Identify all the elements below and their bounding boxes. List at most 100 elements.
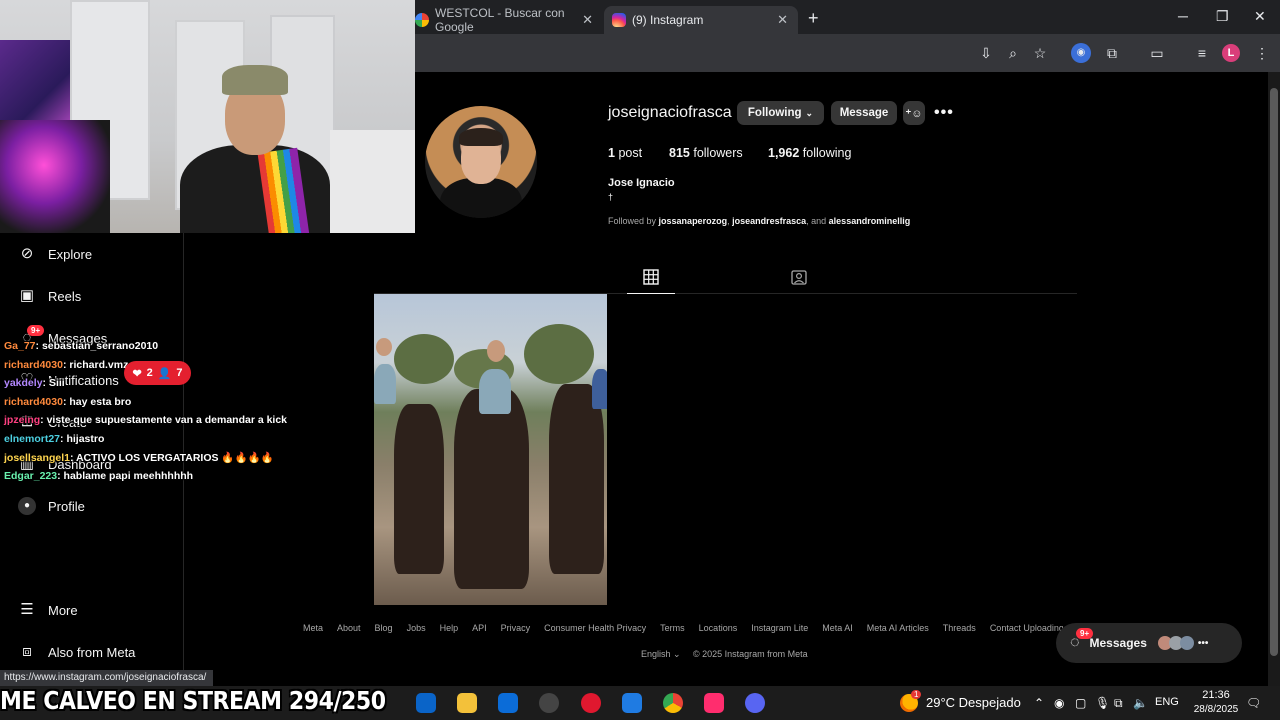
messages-floating-button[interactable]: ◌ 9+ Messages ••• [1056, 623, 1242, 663]
chat-username: elnemort27 [4, 433, 61, 445]
profile-avatar-icon: ● [18, 497, 36, 515]
tagged-user-icon [791, 270, 807, 285]
input-language[interactable]: ENG [1155, 696, 1179, 708]
footer-link[interactable]: Terms [660, 623, 685, 633]
profile-bio: † [608, 192, 614, 202]
install-app-icon[interactable]: ⇩ [976, 43, 996, 63]
profile-picture[interactable] [425, 106, 537, 218]
chat-message: richard4030: hay esta bro [4, 396, 131, 408]
more-options-icon[interactable]: ••• [934, 104, 954, 122]
tab-instagram[interactable]: (9) Instagram ✕ [604, 6, 798, 34]
suggest-people-button[interactable]: ⁺☺ [903, 101, 925, 125]
tab-tagged[interactable] [775, 265, 823, 294]
chat-message: elnemort27: hijastro [4, 433, 104, 445]
close-window-icon[interactable]: ✕ [1254, 8, 1266, 25]
record-icon[interactable]: ◉ [1054, 696, 1064, 710]
footer-link[interactable]: Privacy [501, 623, 531, 633]
chat-text: : Siii [42, 377, 65, 389]
new-tab-button[interactable]: + [808, 8, 819, 29]
menu-kebab-icon[interactable]: ⋮ [1252, 43, 1272, 63]
stream-ticker-text: ME CALVEO EN STREAM 294/250 [0, 686, 386, 715]
tab-westcol-search[interactable]: WESTCOL - Buscar con Google ✕ [415, 6, 603, 34]
chat-text: : ACTIVO LOS VERGATARIOS 🔥🔥🔥🔥 [69, 452, 274, 464]
footer-link[interactable]: Locations [699, 623, 738, 633]
footer-link[interactable]: About [337, 623, 361, 633]
clock-time[interactable]: 21:36 [1196, 689, 1236, 701]
bookmark-star-icon[interactable]: ☆ [1030, 43, 1050, 63]
post-thumbnail[interactable] [374, 294, 607, 605]
close-tab-icon[interactable]: ✕ [582, 12, 593, 28]
grid-icon [643, 269, 659, 285]
device-icon[interactable]: ▢ [1075, 696, 1086, 710]
obs-icon[interactable] [539, 693, 559, 713]
tab-title: (9) Instagram [632, 13, 704, 27]
language-select[interactable]: English ⌄ [641, 649, 681, 660]
tiktok-icon[interactable] [704, 693, 724, 713]
sidebar-item-profile[interactable]: ● Profile [18, 497, 85, 515]
media-control-icon[interactable]: ≡ [1192, 43, 1212, 63]
chat-text: : sebastian_serrano2010 [35, 340, 159, 352]
messages-label: Messages [1089, 636, 1147, 650]
tab-posts[interactable] [627, 265, 675, 294]
footer-link[interactable]: Blog [375, 623, 393, 633]
message-button[interactable]: Message [831, 101, 897, 125]
footer-link[interactable]: Meta AI Articles [867, 623, 929, 633]
footer-link[interactable]: Jobs [407, 623, 426, 633]
footer-links: Meta About Blog Jobs Help API Privacy Consumer … [303, 623, 1063, 637]
sidebar-item-label: Profile [48, 498, 85, 514]
following-stat[interactable]: 1,962 following [768, 146, 851, 160]
discord-icon[interactable] [745, 693, 765, 713]
weather-text[interactable]: 29°C Despejado [926, 695, 1021, 710]
minimize-icon[interactable]: ─ [1178, 8, 1188, 24]
clock-date[interactable]: 28/8/2025 [1186, 704, 1246, 715]
app-icon[interactable] [622, 693, 642, 713]
message-button-label: Message [839, 107, 889, 119]
close-tab-icon[interactable]: ✕ [777, 12, 788, 28]
store-icon[interactable] [498, 693, 518, 713]
sidebar-item-reels[interactable]: ▣ Reels [18, 287, 81, 305]
chat-text: : hijastro [60, 433, 105, 445]
footer-link[interactable]: Meta [303, 623, 323, 633]
footer-link[interactable]: Help [440, 623, 459, 633]
profile-avatar[interactable]: L [1222, 44, 1240, 62]
zoom-icon[interactable]: ⌕ [1003, 43, 1023, 63]
footer-link[interactable]: API [472, 623, 487, 633]
footer-link[interactable]: Contact Uploading & Non-Users [990, 623, 1063, 633]
sidebar-item-more[interactable]: ☰ More [18, 601, 77, 619]
footer-link[interactable]: Instagram Lite [751, 623, 808, 633]
sidebar-item-label: Also from Meta [48, 644, 136, 660]
scrollbar-thumb[interactable] [1270, 88, 1278, 656]
outlook-icon[interactable] [416, 693, 436, 713]
hamburger-icon: ☰ [20, 601, 34, 618]
microphone-icon[interactable]: 🎙 [1095, 696, 1110, 710]
chat-username: josellsangel1 [4, 452, 70, 464]
side-panel-icon[interactable]: ▭ [1147, 43, 1167, 63]
sidebar-item-explore[interactable]: ⊘ Explore [18, 245, 92, 263]
avatar [1179, 636, 1194, 650]
file-explorer-icon[interactable] [457, 693, 477, 713]
footer-link[interactable]: Consumer Health Privacy [544, 623, 646, 633]
notification-center-icon[interactable]: 🗨 [1246, 696, 1261, 710]
chat-text: : hay esta bro [62, 396, 132, 408]
extensions-puzzle-icon[interactable]: ⧉ [1102, 43, 1122, 63]
footer-link[interactable]: Meta AI [822, 623, 853, 633]
opera-icon[interactable] [581, 693, 601, 713]
sidebar-item-also-from-meta[interactable]: ⧈ Also from Meta [18, 643, 135, 661]
instagram-icon [612, 13, 626, 27]
maximize-icon[interactable]: ❐ [1216, 8, 1229, 25]
meta-apps-icon: ⧈ [22, 643, 32, 660]
followed-by-text[interactable]: Followed by jossanaperozog, joseandresfr… [608, 216, 910, 226]
network-icon[interactable]: ⧉ [1114, 696, 1123, 711]
chrome-icon[interactable] [663, 693, 683, 713]
likes-count: 2 [146, 367, 153, 379]
chat-message: richard4030: richard.vmz [4, 359, 128, 371]
extension-icon[interactable]: ◉ [1071, 43, 1091, 63]
footer-link[interactable]: Threads [943, 623, 976, 633]
chat-text: : viste que supuestamente van a demandar… [40, 414, 288, 426]
following-button[interactable]: Following ⌄ [737, 101, 824, 125]
chat-message: Ga_77: sebastian_serrano2010 [4, 340, 158, 352]
messages-badge: 9+ [27, 325, 45, 336]
chevron-up-icon[interactable]: ⌃ [1034, 696, 1044, 710]
volume-icon[interactable]: 🔈 [1133, 696, 1148, 710]
followers-stat[interactable]: 815 followers [669, 146, 743, 160]
